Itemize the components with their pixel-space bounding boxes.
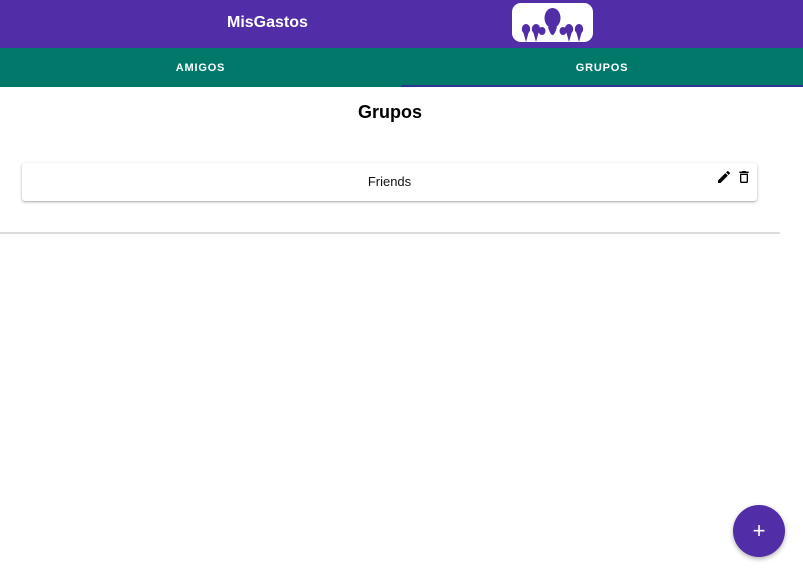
tab-amigos[interactable]: AMIGOS	[0, 48, 401, 87]
pencil-icon[interactable]	[716, 169, 732, 185]
page-title: Grupos	[357, 102, 422, 122]
add-group-button[interactable]: +	[733, 505, 785, 557]
group-name: Friends	[367, 174, 412, 189]
group-card[interactable]: Friends	[22, 163, 757, 201]
tab-bar: AMIGOS GRUPOS	[0, 48, 803, 87]
group-people-icon	[512, 3, 593, 42]
plus-icon: +	[752, 518, 766, 543]
tab-grupos[interactable]: GRUPOS	[401, 48, 803, 87]
active-tab-indicator	[401, 85, 803, 87]
app-title: MisGastos	[227, 14, 308, 31]
trash-icon[interactable]	[736, 169, 752, 185]
app-root: MisGastos AMIGOS GRUPOS Grupos Friends +	[0, 0, 803, 569]
section-divider	[0, 232, 780, 234]
app-header: MisGastos	[0, 0, 803, 48]
